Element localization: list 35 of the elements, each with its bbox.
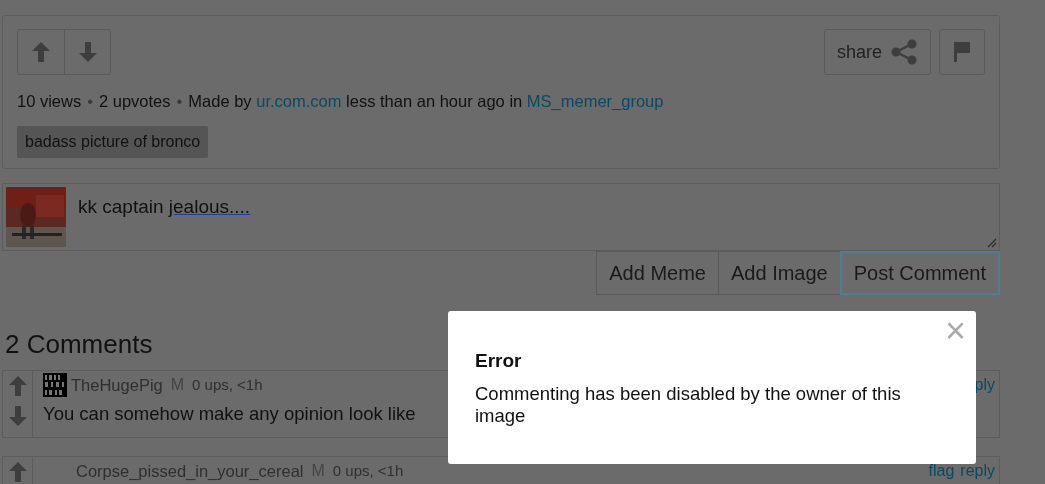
label-text: Made by bbox=[188, 92, 252, 110]
username-link[interactable]: TheHugePig bbox=[71, 373, 163, 398]
author-link[interactable]: ur.com.com bbox=[256, 92, 342, 110]
time-text: less than an hour ago in bbox=[346, 92, 523, 110]
comment-field[interactable]: kk captain jealous.... bbox=[2, 183, 1000, 251]
flag-button[interactable] bbox=[939, 29, 985, 75]
flag-icon bbox=[953, 41, 971, 63]
comment-meta: 0 ups, <1h bbox=[192, 375, 263, 396]
comment-button[interactable]: Add Image bbox=[718, 251, 841, 295]
share-icon bbox=[890, 39, 918, 65]
comment-text: kk captain jealous.... bbox=[77, 195, 251, 219]
dialog-title: Error bbox=[475, 349, 523, 373]
comment-action-link[interactable]: ply bbox=[974, 373, 995, 397]
up-arrow-icon bbox=[7, 461, 28, 483]
comment-button[interactable]: Add Meme bbox=[596, 251, 719, 295]
comment-text: You can somehow make any opinion look like bbox=[43, 401, 416, 426]
close-button[interactable]: × bbox=[942, 311, 968, 351]
stat-text: 10 views bbox=[17, 92, 82, 110]
resize-handle-icon[interactable] bbox=[987, 238, 997, 248]
down-arrow-icon bbox=[77, 41, 98, 63]
username-link[interactable]: Corpse_pissed_in_your_cereal bbox=[76, 459, 304, 484]
comments-heading: 2 Comments bbox=[5, 328, 153, 361]
separator-dot: • bbox=[87, 92, 93, 110]
stat-text: 2 upvotes bbox=[99, 92, 171, 110]
group-link[interactable]: MS_memer_group bbox=[526, 92, 664, 110]
down-arrow-icon bbox=[7, 405, 28, 427]
up-arrow-icon bbox=[31, 41, 51, 63]
comment-button[interactable]: Post Comment bbox=[839, 251, 1000, 295]
tag-label[interactable]: badass picture of bronco bbox=[17, 125, 209, 158]
up-arrow-icon bbox=[7, 375, 28, 397]
separator-dot: • bbox=[176, 92, 183, 110]
comment-meta: 0 ups, <1h bbox=[332, 461, 404, 482]
share-button[interactable]: share bbox=[823, 29, 931, 75]
vote-buttons[interactable] bbox=[17, 29, 111, 75]
dialog-message: Commenting has been disabled by the owner of this image bbox=[475, 382, 902, 428]
